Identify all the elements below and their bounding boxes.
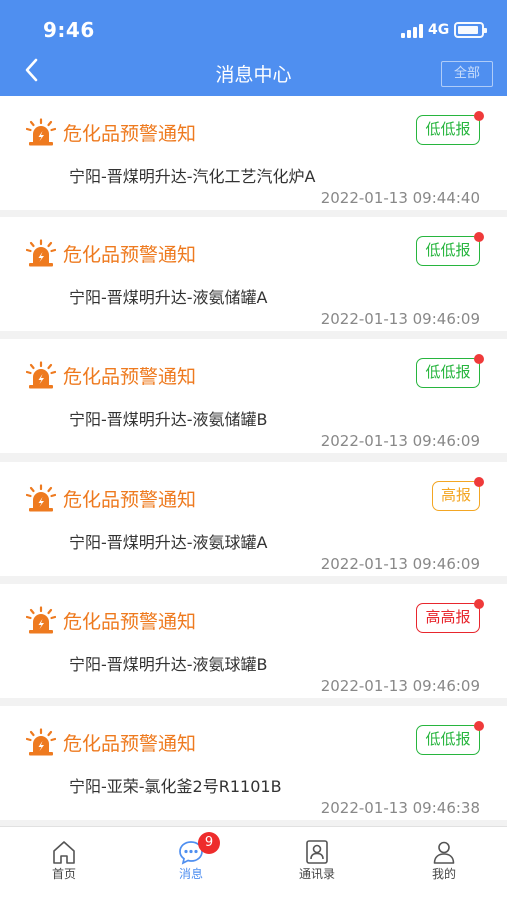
message-description: 宁阳-晋煤明升达-液氨球罐B <box>69 655 268 674</box>
message-timestamp: 2022-01-13 09:46:09 <box>320 555 480 573</box>
message-title: 危化品预警通知 <box>63 733 197 755</box>
alarm-light-icon <box>26 606 56 634</box>
message-title: 危化品预警通知 <box>63 489 197 511</box>
message-title: 危化品预警通知 <box>63 244 197 266</box>
message-card-5[interactable]: 危化品预警通知 高高报 宁阳-晋煤明升达-液氨球罐B 2022-01-13 09… <box>0 584 507 698</box>
alarm-light-icon <box>26 484 56 512</box>
nav-bar: 消息中心 全部 <box>0 52 507 96</box>
network-type: 4G <box>428 22 450 38</box>
message-card-2[interactable]: 危化品预警通知 低低报 宁阳-晋煤明升达-液氨储罐A 2022-01-13 09… <box>0 217 507 331</box>
alarm-light-icon <box>26 361 56 389</box>
status-time: 9:46 <box>43 18 95 42</box>
message-timestamp: 2022-01-13 09:46:38 <box>320 799 480 817</box>
alarm-light-icon <box>26 728 56 756</box>
alarm-light-icon <box>26 239 56 267</box>
tab-home[interactable]: 首页 <box>1 827 127 900</box>
message-card-4[interactable]: 危化品预警通知 高报 宁阳-晋煤明升达-液氨球罐A 2022-01-13 09:… <box>0 462 507 576</box>
message-card-3[interactable]: 危化品预警通知 低低报 宁阳-晋煤明升达-液氨储罐B 2022-01-13 09… <box>0 339 507 453</box>
message-description: 宁阳-晋煤明升达-液氨储罐A <box>69 288 268 307</box>
message-title: 危化品预警通知 <box>63 366 197 388</box>
contacts-icon <box>306 840 328 864</box>
all-filter-button[interactable]: 全部 <box>441 61 493 87</box>
message-title: 危化品预警通知 <box>63 123 197 145</box>
message-description: 宁阳-晋煤明升达-液氨球罐A <box>69 533 268 552</box>
message-card-6[interactable]: 危化品预警通知 低低报 宁阳-亚荣-氯化釜2号R1101B 2022-01-13… <box>0 706 507 820</box>
tab-label: 通讯录 <box>298 867 335 881</box>
message-description: 宁阳-晋煤明升达-汽化工艺汽化炉A <box>69 167 316 186</box>
tab-bar: 首页 消息 9 通讯录 我的 <box>0 826 507 900</box>
tab-label: 我的 <box>431 867 456 881</box>
tab-label: 消息 <box>178 867 203 881</box>
tab-contacts[interactable]: 通讯录 <box>254 827 380 900</box>
profile-icon <box>433 841 455 864</box>
message-timestamp: 2022-01-13 09:46:09 <box>320 310 480 328</box>
message-list: 危化品预警通知 低低报 宁阳-晋煤明升达-汽化工艺汽化炉A 2022-01-13… <box>0 96 507 826</box>
page-title: 消息中心 <box>215 64 292 86</box>
message-description: 宁阳-晋煤明升达-液氨储罐B <box>69 410 268 429</box>
tab-label: 首页 <box>51 867 76 881</box>
unread-count-badge: 9 <box>198 832 220 854</box>
tab-message[interactable]: 消息 9 <box>128 827 254 900</box>
alarm-level-badge: 低低报 <box>416 232 484 266</box>
message-description: 宁阳-亚荣-氯化釜2号R1101B <box>69 777 282 796</box>
message-title: 危化品预警通知 <box>63 611 197 633</box>
app-header: 9:46 4G 消息中心 全部 <box>0 0 507 96</box>
alarm-level-badge: 低低报 <box>416 354 484 388</box>
alarm-level-badge: 高高报 <box>416 599 484 633</box>
status-bar: 9:46 4G <box>0 0 507 52</box>
alarm-light-icon <box>26 118 56 146</box>
home-icon <box>53 841 75 864</box>
message-timestamp: 2022-01-13 09:46:09 <box>320 432 480 450</box>
battery-icon <box>454 22 487 38</box>
message-card-1[interactable]: 危化品预警通知 低低报 宁阳-晋煤明升达-汽化工艺汽化炉A 2022-01-13… <box>0 96 507 210</box>
signal-icon <box>401 24 423 38</box>
alarm-level-badge: 低低报 <box>416 111 484 145</box>
alarm-level-badge: 低低报 <box>416 721 484 755</box>
alarm-level-badge: 高报 <box>432 477 484 511</box>
message-timestamp: 2022-01-13 09:44:40 <box>320 189 480 207</box>
tab-profile[interactable]: 我的 <box>381 827 507 900</box>
message-timestamp: 2022-01-13 09:46:09 <box>320 677 480 695</box>
